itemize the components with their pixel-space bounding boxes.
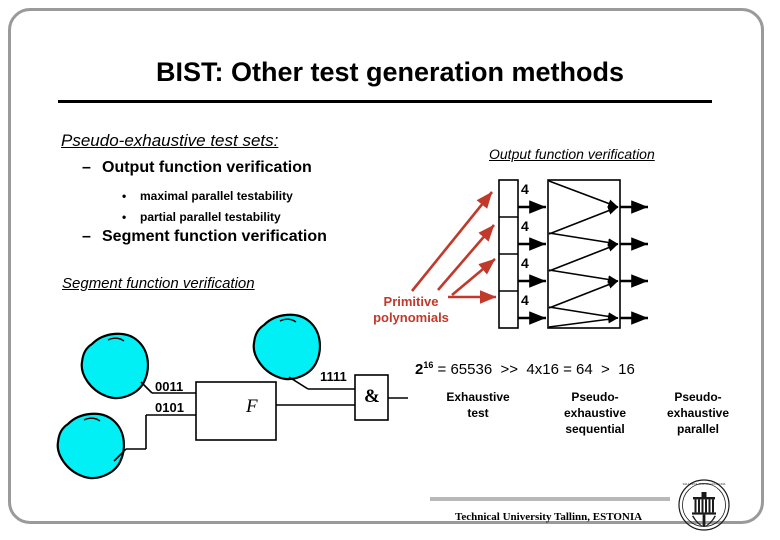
circuit-under-test-box: [547, 179, 621, 329]
bus-width-label-4: 4: [521, 292, 529, 308]
primitive-polynomial-arrows: [410, 191, 497, 304]
comparison-column-exhaustive: Exhaustive test: [446, 390, 510, 420]
comparison-column-pseudo-parallel: Pseudo- exhaustive parallel: [666, 390, 730, 436]
footer-divider: [430, 497, 670, 501]
and-gate-label: &: [364, 386, 380, 407]
expr-op1: >>: [500, 361, 519, 378]
segment-register-box: [498, 179, 519, 329]
function-f-box: [195, 381, 277, 441]
expr-op2: >: [601, 361, 610, 378]
bus-width-label-1: 4: [521, 181, 529, 197]
expr-exponent: 16: [423, 360, 434, 370]
comparison-column-pseudo-sequential: Pseudo- exhaustive sequential: [563, 390, 627, 436]
input-pattern-blob-top: [80, 332, 150, 400]
cut-output-arrows: [620, 200, 648, 325]
footer-text: Technical University Tallinn, ESTONIA: [455, 511, 643, 523]
input-pattern-top-label: 0011: [155, 379, 184, 394]
function-f-label: F: [246, 396, 258, 417]
slide-canvas: BIST: Other test generation methods Pseu…: [0, 0, 780, 540]
mask-pattern-label: 1111: [320, 369, 347, 384]
mask-pattern-blob: [252, 313, 322, 381]
input-pattern-bottom-label: 0101: [155, 400, 184, 415]
bus-width-label-2: 4: [521, 218, 529, 234]
input-pattern-blob-bottom: [56, 412, 126, 480]
complexity-comparison-expression: 216 = 65536 >> 4x16 = 64 > 16: [415, 360, 635, 378]
diagram-vector-layer: [56, 179, 648, 480]
svg-text:TALLINNA TEHNIKAÜLIKOOL: TALLINNA TEHNIKAÜLIKOOL: [682, 481, 726, 486]
expr-term3: 16: [618, 361, 635, 378]
university-seal-icon: TALLINNA TEHNIKAÜLIKOOL: [678, 479, 730, 531]
bus-width-label-3: 4: [521, 255, 529, 271]
expr-term2: 4x16 = 64: [526, 361, 593, 378]
expr-rest: = 65536: [433, 361, 493, 378]
